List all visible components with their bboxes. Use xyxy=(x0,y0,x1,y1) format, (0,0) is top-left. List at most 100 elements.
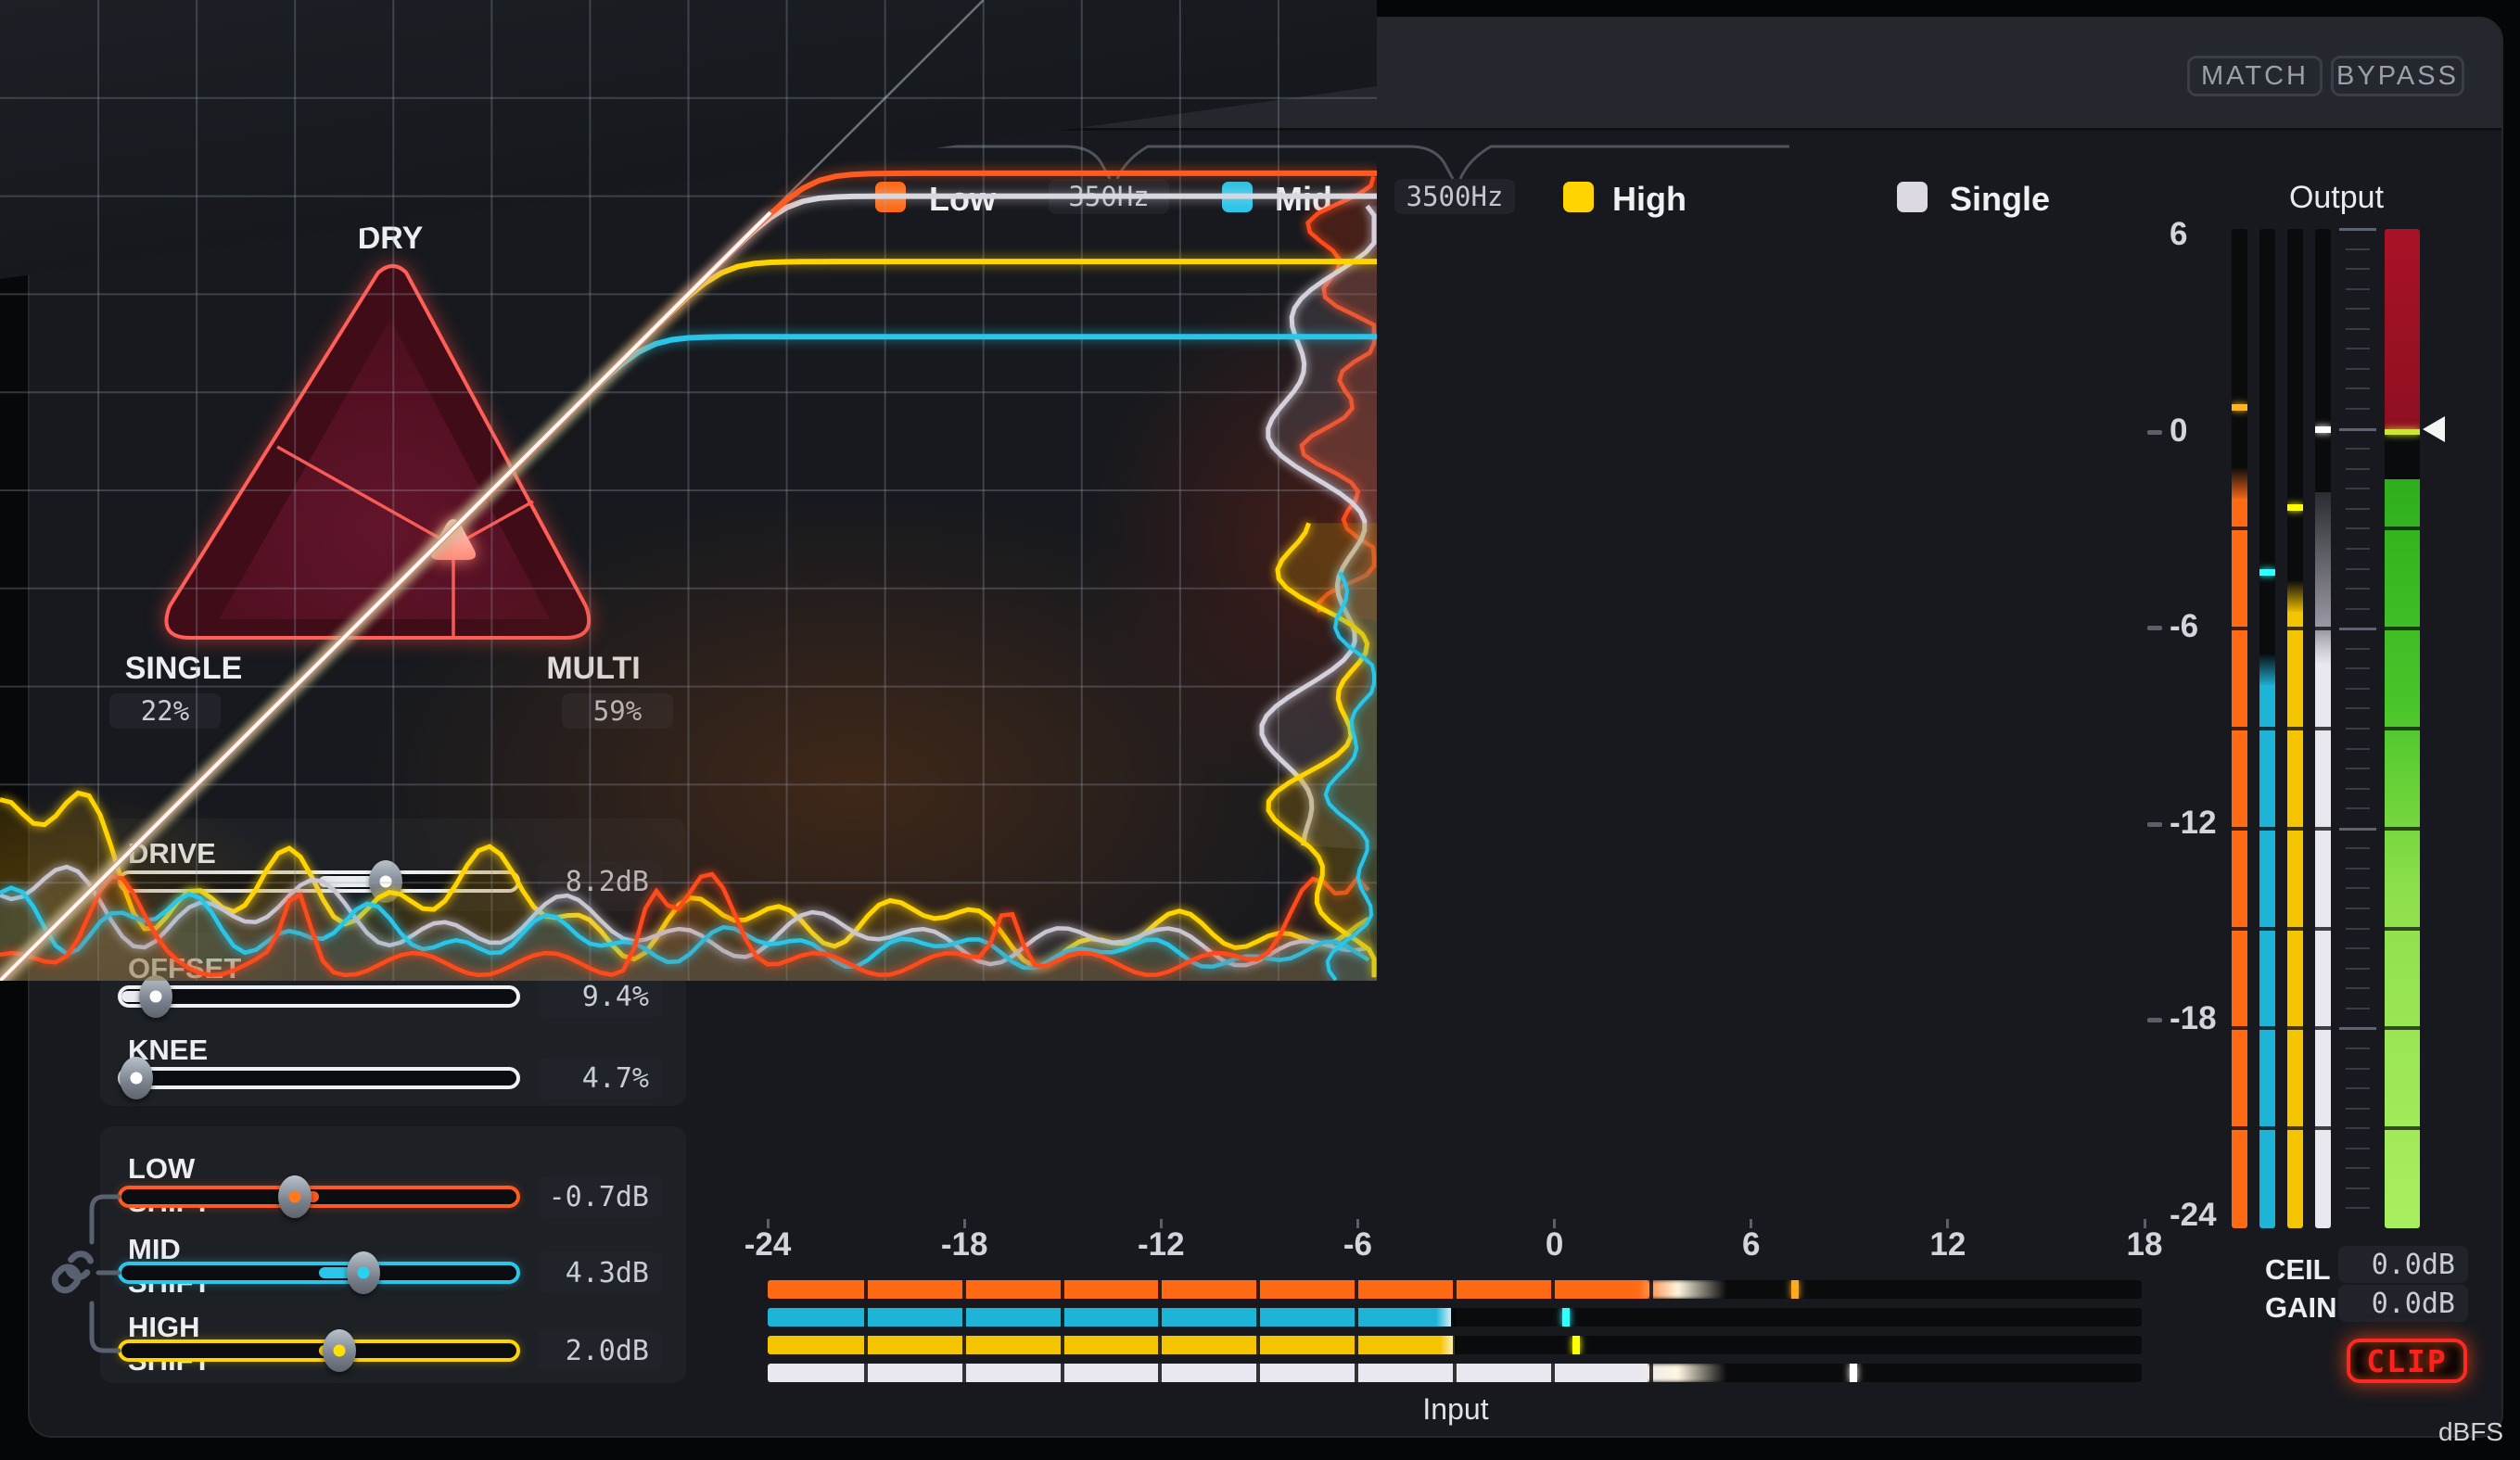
match-button[interactable]: MATCH xyxy=(2187,56,2323,96)
seg xyxy=(962,1336,966,1354)
low-shift-knob[interactable] xyxy=(278,1175,312,1218)
seg xyxy=(2315,627,2331,630)
high-shift-knob[interactable] xyxy=(323,1329,356,1372)
seg xyxy=(1355,1336,1358,1354)
mid-shift-value[interactable]: 4.3dB xyxy=(538,1252,662,1293)
tick xyxy=(2346,987,2370,989)
seg xyxy=(1649,1364,1653,1382)
seg xyxy=(1061,1336,1064,1354)
seg xyxy=(2232,827,2247,831)
seg xyxy=(2385,527,2420,530)
output-meter-low xyxy=(2232,229,2247,1228)
fill xyxy=(768,1336,1455,1354)
high-shift-knob-dot xyxy=(333,1345,345,1357)
tick xyxy=(2346,887,2370,889)
high-shift-value[interactable]: 2.0dB xyxy=(538,1330,662,1371)
seg xyxy=(2287,727,2303,730)
seg xyxy=(2232,727,2247,730)
transfer-curve-display[interactable]: dBFS xyxy=(0,0,1377,981)
tick xyxy=(2346,568,2370,570)
mid-shift-knob[interactable] xyxy=(347,1251,380,1294)
seg xyxy=(962,1308,966,1327)
fill xyxy=(2287,612,2303,1228)
fade xyxy=(2315,632,2331,666)
tick xyxy=(2346,1167,2370,1169)
low-shift-value[interactable]: -0.7dB xyxy=(538,1176,662,1217)
tick xyxy=(2346,1068,2370,1070)
seg xyxy=(1061,1280,1064,1299)
tick xyxy=(2339,1027,2376,1030)
tick xyxy=(2346,1127,2370,1129)
tick xyxy=(2346,908,2370,909)
tick xyxy=(2346,588,2370,590)
crossover-freq-high[interactable]: 3500Hz xyxy=(1394,179,1515,214)
seg xyxy=(1256,1280,1260,1299)
tick xyxy=(2346,1008,2370,1009)
fill xyxy=(768,1308,1451,1327)
input-meter-mid xyxy=(768,1308,2142,1327)
seg xyxy=(1061,1308,1064,1327)
ceil-label: CEIL xyxy=(2265,1253,2331,1287)
offset-knob[interactable] xyxy=(139,975,172,1018)
ceil-value[interactable]: 0.0dB xyxy=(2338,1246,2468,1283)
fade xyxy=(2232,467,2247,501)
mid-shift-knob-dot xyxy=(357,1267,369,1279)
x-tick-label--12: -12 xyxy=(1114,1226,1207,1263)
y-tick xyxy=(2147,822,2162,827)
seg xyxy=(1158,1280,1162,1299)
offset-slider-track[interactable] xyxy=(118,985,520,1008)
bypass-button[interactable]: BYPASS xyxy=(2331,56,2464,96)
ceiling-marker[interactable] xyxy=(2422,414,2446,444)
input-label: Input xyxy=(1363,1392,1548,1427)
gain-value[interactable]: 0.0dB xyxy=(2338,1285,2468,1322)
x-tick-label--18: -18 xyxy=(918,1226,1011,1263)
tick xyxy=(2346,348,2370,349)
fill xyxy=(768,1364,1648,1382)
peak-tick xyxy=(2232,404,2247,411)
low-shift-knob-dot xyxy=(288,1191,300,1203)
tick xyxy=(2346,508,2370,510)
tick xyxy=(2346,788,2370,790)
peak-tick xyxy=(1572,1336,1580,1354)
knee-value[interactable]: 4.7% xyxy=(538,1058,662,1098)
output-meter-mid xyxy=(2259,229,2275,1228)
legend-high-swatch[interactable] xyxy=(1563,182,1594,212)
gain-reduction-fill xyxy=(2385,479,2420,1229)
tick xyxy=(2346,387,2370,389)
seg xyxy=(1453,1336,1457,1354)
y-tick xyxy=(2147,626,2162,630)
seg xyxy=(2259,1126,2275,1130)
fade xyxy=(2259,654,2275,687)
tick xyxy=(2339,828,2376,831)
seg xyxy=(2385,1126,2420,1130)
tick xyxy=(2346,548,2370,550)
tick xyxy=(2346,688,2370,690)
knee-slider-track[interactable] xyxy=(118,1067,520,1089)
shift-link-bracket xyxy=(37,1168,130,1372)
seg xyxy=(2259,1026,2275,1030)
y-tick xyxy=(2147,1018,2162,1022)
seg xyxy=(1551,1364,1555,1382)
seg xyxy=(2315,727,2331,730)
seg xyxy=(1158,1308,1162,1327)
input-meters xyxy=(768,1275,2142,1386)
x-tick-label-12: 12 xyxy=(1902,1226,1994,1263)
tick xyxy=(2346,308,2370,310)
clip-button[interactable]: CLIP xyxy=(2347,1339,2467,1383)
tick xyxy=(2346,1207,2370,1209)
seg xyxy=(2232,527,2247,530)
tick xyxy=(2346,328,2370,330)
low-shift-slider-track[interactable] xyxy=(118,1186,520,1208)
peak-tick xyxy=(2287,504,2303,511)
legend-single-swatch[interactable] xyxy=(1897,182,1928,212)
seg xyxy=(2315,1026,2331,1030)
output-meter-high xyxy=(2287,229,2303,1228)
offset-value[interactable]: 9.4% xyxy=(538,976,662,1017)
input-meter-low xyxy=(768,1280,2142,1299)
tick xyxy=(2346,707,2370,709)
tick xyxy=(2346,847,2370,849)
output-title: Output xyxy=(2244,180,2429,216)
ceiling-line xyxy=(2385,429,2420,435)
output-main-meter xyxy=(2385,229,2420,1228)
tick xyxy=(2346,1187,2370,1189)
